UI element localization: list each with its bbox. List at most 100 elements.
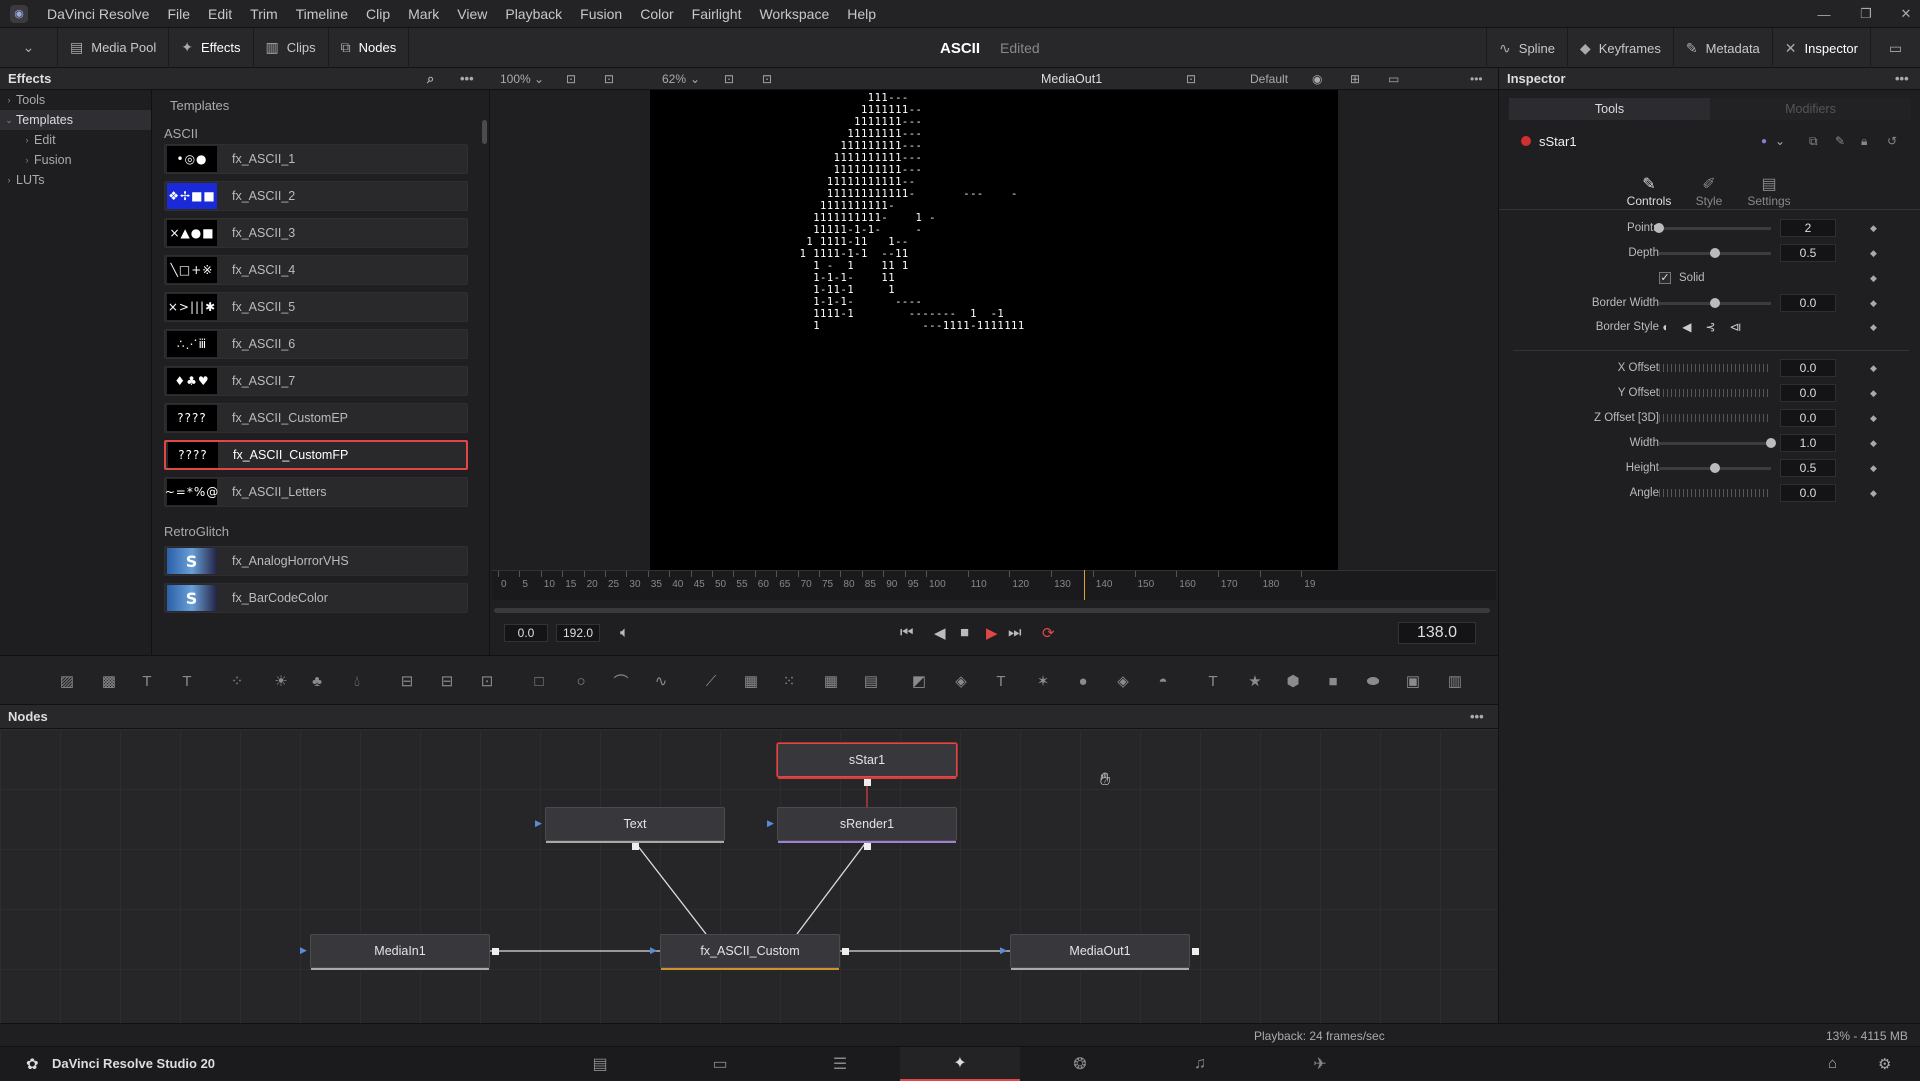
viewer-option-icon[interactable]: ⊡ <box>724 72 734 86</box>
prop-slider[interactable] <box>1654 222 1771 233</box>
node-graph-canvas[interactable]: ✋︎ sStar1 Text ▶ sRender1 ▶ MediaIn1 ▶ fx_ASCII… <box>0 729 1498 1023</box>
sellipse-icon[interactable]: ⬬ <box>1362 670 1384 692</box>
go-to-start-icon[interactable]: ⏮︎ <box>900 624 914 641</box>
color-icon[interactable]: ♣ <box>306 670 328 692</box>
background-icon[interactable]: ▨ <box>56 670 78 692</box>
sngon-icon[interactable]: ⬢ <box>1282 670 1304 692</box>
tree-item-fusion[interactable]: › Fusion <box>0 150 151 170</box>
color-icon[interactable]: ◉ <box>1312 72 1322 86</box>
menu-item-playback[interactable]: Playback <box>496 6 571 22</box>
text-plus-icon[interactable]: T <box>176 670 198 692</box>
current-timecode[interactable]: 138.0 <box>1398 622 1476 644</box>
node-output-port[interactable] <box>1192 948 1199 955</box>
node-output-port[interactable] <box>492 948 499 955</box>
menu-item-davinci-resolve[interactable]: DaVinci Resolve <box>38 6 158 22</box>
tree-item-luts[interactable]: › LUTs <box>0 170 151 190</box>
go-to-end-icon[interactable]: ⏭︎ <box>1008 624 1022 641</box>
node-output-port[interactable] <box>842 948 849 955</box>
particles-icon[interactable]: ⁘ <box>226 670 248 692</box>
effects-button[interactable]: ✦ Effects <box>169 27 254 68</box>
menu-item-view[interactable]: View <box>448 6 496 22</box>
prop-thumbwheel[interactable] <box>1659 489 1771 497</box>
subtab-style[interactable]: ✐ Style <box>1679 174 1739 208</box>
panel-toggle-button[interactable]: ⌄ <box>0 27 58 68</box>
play-icon[interactable]: ▶ <box>986 624 998 642</box>
grid-icon[interactable]: ⊞ <box>1350 72 1360 86</box>
keyframe-icon[interactable]: ◆ <box>1870 363 1877 374</box>
merge-icon[interactable]: ⊟ <box>396 670 418 692</box>
menu-item-fairlight[interactable]: Fairlight <box>683 6 751 22</box>
solid-checkbox[interactable]: ✓ <box>1659 272 1671 284</box>
media-pool-button[interactable]: ▤ Media Pool <box>58 27 170 68</box>
menu-item-edit[interactable]: Edit <box>199 6 241 22</box>
template-item[interactable]: Sfx_BarCodeColor <box>164 583 468 613</box>
image-icon[interactable]: ▩ <box>98 670 120 692</box>
keyframe-icon[interactable]: ◆ <box>1870 223 1877 234</box>
version-icon[interactable]: ⧉ <box>1809 134 1818 149</box>
home-icon[interactable]: ⌂ <box>1828 1055 1837 1072</box>
prop-value-field[interactable]: 0.0 <box>1780 384 1836 402</box>
viewer-canvas[interactable]: 111--- 1111111-- 1111111--- 11111111--- … <box>650 90 1338 570</box>
chevron-right-icon[interactable]: › <box>20 135 34 145</box>
prop-thumbwheel[interactable] <box>1659 364 1771 372</box>
channel-icon[interactable]: ⊟ <box>436 670 458 692</box>
zoom-right-select[interactable]: 62% <box>662 72 686 86</box>
prop-value-field[interactable]: 1.0 <box>1780 434 1836 452</box>
page-media-button[interactable]: ▤ <box>540 1047 660 1081</box>
prop-value-field[interactable]: 0.5 <box>1780 459 1836 477</box>
chevron-right-icon[interactable]: › <box>20 155 34 165</box>
viewer-option-icon[interactable]: ⊡ <box>566 72 576 86</box>
viewer-option-icon[interactable]: ⊡ <box>604 72 614 86</box>
prop-value-field[interactable]: 0.0 <box>1780 359 1836 377</box>
chevron-right-icon[interactable]: › <box>2 95 16 105</box>
inspector-button[interactable]: ✕ Inspector <box>1771 28 1870 68</box>
transform-icon[interactable]: ⊡ <box>476 670 498 692</box>
planar-icon[interactable]: ▦ <box>740 670 762 692</box>
chevron-right-icon[interactable]: › <box>2 175 16 185</box>
template-item[interactable]: ×▲●■ fx_ASCII_3 <box>164 218 468 248</box>
node-text[interactable]: Text <box>545 807 725 843</box>
more-options-icon[interactable]: ••• <box>460 71 474 86</box>
border-style-icon[interactable]: ⊰ <box>1705 320 1715 334</box>
pin-icon[interactable]: ✎ <box>1835 134 1845 148</box>
template-item[interactable]: ???? fx_ASCII_CustomFP <box>164 440 468 470</box>
loop-icon[interactable]: ⟳ <box>1042 624 1055 642</box>
node-srender1[interactable]: sRender1 <box>777 807 957 843</box>
playhead[interactable] <box>1084 570 1086 600</box>
sstar-icon[interactable]: ★ <box>1244 670 1266 692</box>
node-input-arrow-icon[interactable]: ▶ <box>767 818 774 829</box>
restore-icon[interactable]: ❐ <box>1846 0 1886 28</box>
prop-value-field[interactable]: 0.5 <box>1780 244 1836 262</box>
shape3d-icon[interactable]: ◈ <box>1112 670 1134 692</box>
border-style-icon[interactable]: ◀ <box>1682 320 1691 334</box>
spline-button[interactable]: ∿ Spline <box>1486 28 1567 68</box>
template-item[interactable]: ❖✢■■ fx_ASCII_2 <box>164 181 468 211</box>
minimize-icon[interactable]: — <box>1804 0 1844 28</box>
camera3d-icon[interactable]: ◈ <box>950 670 972 692</box>
node-output-port[interactable] <box>632 843 639 850</box>
keyframe-icon[interactable]: ◆ <box>1870 248 1877 259</box>
templates-scrollbar[interactable] <box>482 120 487 144</box>
menu-item-fusion[interactable]: Fusion <box>571 6 631 22</box>
rectangle-mask-icon[interactable]: □ <box>528 670 550 692</box>
scrub-bar[interactable] <box>494 608 1490 613</box>
page-fairlight-button[interactable]: ♫ <box>1140 1047 1260 1081</box>
node-fx-ascii-custom[interactable]: fx_ASCII_Custom <box>660 934 840 970</box>
tree-item-edit[interactable]: › Edit <box>0 130 151 150</box>
keyframe-icon[interactable]: ◆ <box>1870 388 1877 399</box>
tree-item-templates[interactable]: ⌄ Templates <box>0 110 151 130</box>
node-mediain1[interactable]: MediaIn1 <box>310 934 490 970</box>
subtab-settings[interactable]: ▤ Settings <box>1739 174 1799 208</box>
prop-value-field[interactable]: 0.0 <box>1780 484 1836 502</box>
metadata-button[interactable]: ✎ Metadata <box>1672 28 1772 68</box>
page-cut-button[interactable]: ▭ <box>660 1047 780 1081</box>
node-output-port[interactable] <box>864 779 871 786</box>
tree-item-tools[interactable]: › Tools <box>0 90 151 110</box>
bspline-icon[interactable]: ∿ <box>650 670 672 692</box>
polygon-mask-icon[interactable]: ⌒ <box>610 670 632 692</box>
node-output-port[interactable] <box>864 843 871 850</box>
zoom-left-select[interactable]: 100% <box>500 72 531 86</box>
node-enable-dot[interactable] <box>1521 136 1531 146</box>
chevron-down-icon[interactable]: ⌄ <box>2 115 16 126</box>
page-edit-button[interactable]: ☰ <box>780 1047 900 1081</box>
